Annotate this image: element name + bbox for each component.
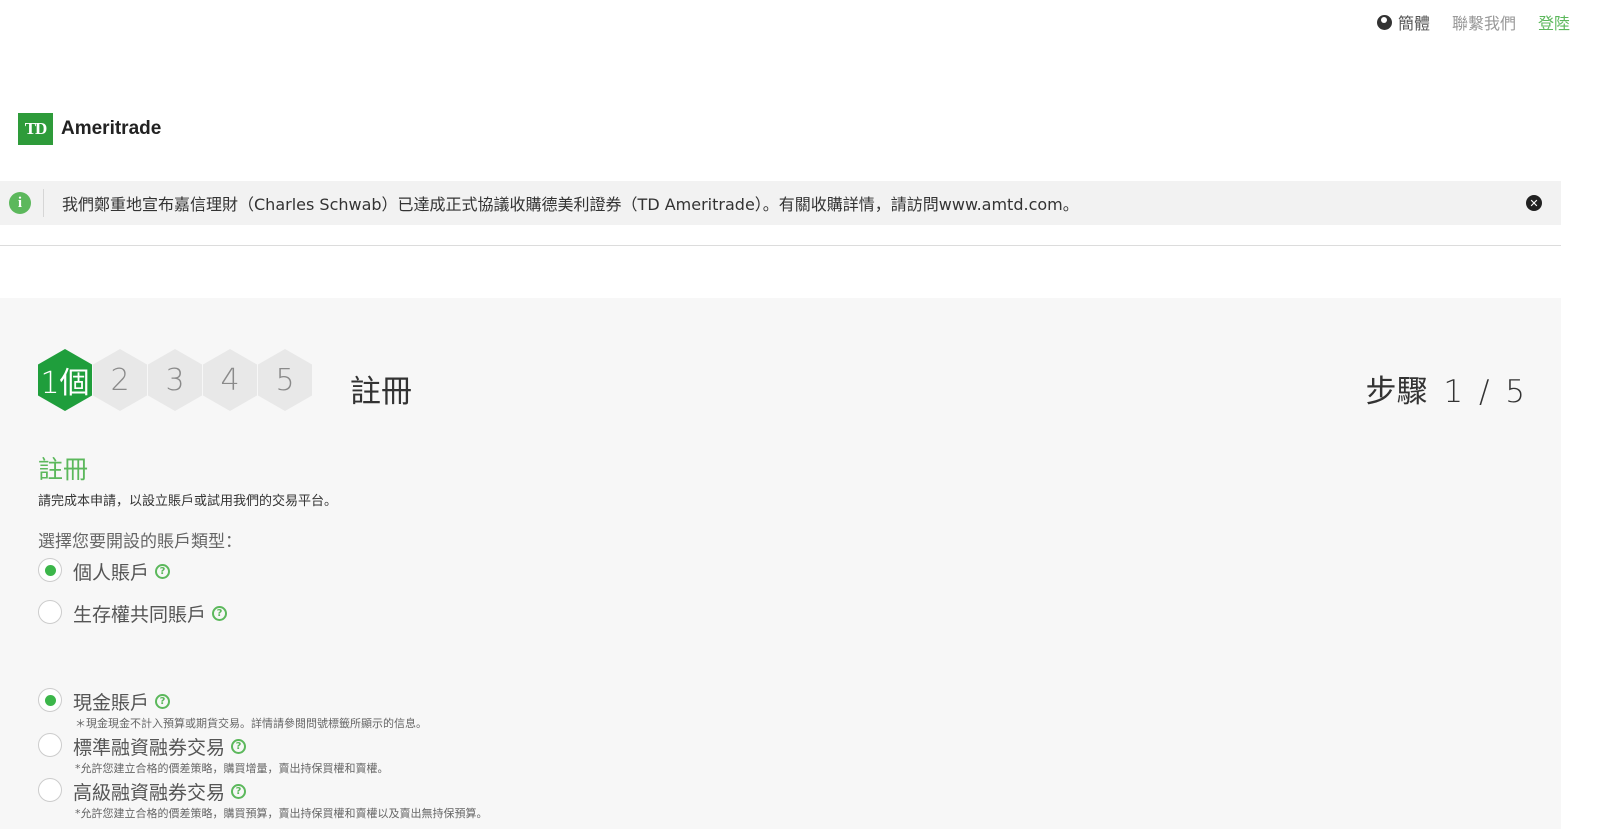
top-utility-bar: 簡體 聯繫我們 登陸	[1376, 10, 1570, 34]
help-icon[interactable]: ?	[231, 739, 247, 754]
standard-margin-radio[interactable]	[38, 733, 62, 757]
language-label: 簡體	[1397, 14, 1430, 33]
option-standard-margin[interactable]: 標準融資融券交易 ? *允許您建立合格的價差策略，購買增量，賣出持保買權和賣權。	[38, 733, 389, 776]
cash-account-label: 現金賬戶	[73, 692, 150, 714]
step-indicator: 1個 2 3 4 5	[38, 349, 313, 411]
step-2: 2	[93, 349, 147, 411]
notice-banner: i 我們鄭重地宣布嘉信理財（Charles Schwab）已達成正式協議收購德美…	[0, 181, 1561, 225]
logo-brand-text: Ameritrade	[61, 118, 162, 139]
option-advanced-margin[interactable]: 高級融資融券交易 ? *允許您建立合格的價差策略，購買預算，賣出持保買權和賣權以…	[38, 778, 488, 821]
current-step-title: 註冊	[350, 374, 412, 410]
globe-icon	[1376, 14, 1392, 30]
account-type-prompt: 選擇您要開設的賬戶類型：	[38, 532, 242, 552]
advanced-margin-note: *允許您建立合格的價差策略，購買預算，賣出持保買權和賣權以及賣出無持保預算。	[75, 807, 488, 820]
help-icon[interactable]: ?	[155, 694, 171, 709]
form-description: 請完成本申請，以設立賬戶或試用我們的交易平台。	[38, 494, 338, 509]
standard-margin-label-row: 標準融資融券交易 ?	[73, 733, 247, 760]
individual-account-label: 個人賬戶	[73, 562, 150, 584]
individual-account-radio[interactable]	[38, 558, 62, 582]
step-5: 5	[258, 349, 312, 411]
login-link[interactable]: 登陸	[1538, 10, 1570, 34]
option-cash-account[interactable]: 現金賬戶 ? ＊現金現金不計入預算或期貨交易。詳情請參閱問號標籤所顯示的信息。	[38, 688, 427, 731]
info-icon: i	[9, 192, 31, 214]
step-3: 3	[148, 349, 202, 411]
step-1: 1個	[38, 349, 92, 411]
notice-message: 我們鄭重地宣布嘉信理財（Charles Schwab）已達成正式協議收購德美利證…	[62, 195, 1079, 214]
cash-account-note: ＊現金現金不計入預算或期貨交易。詳情請參閱問號標籤所顯示的信息。	[75, 717, 427, 730]
standard-margin-label: 標準融資融券交易	[73, 737, 226, 759]
option-individual-account[interactable]: 個人賬戶 ?	[38, 558, 171, 585]
advanced-margin-label: 高級融資融券交易	[73, 782, 226, 804]
form-heading: 註冊	[38, 455, 89, 484]
help-icon[interactable]: ?	[155, 564, 171, 579]
joint-account-radio[interactable]	[38, 600, 62, 624]
close-icon[interactable]: ✕	[1526, 195, 1542, 211]
step-4: 4	[203, 349, 257, 411]
logo-mark: TD	[18, 113, 53, 145]
help-icon[interactable]: ?	[231, 784, 247, 799]
option-joint-account[interactable]: 生存權共同賬戶 ?	[38, 600, 228, 627]
joint-account-label-row: 生存權共同賬戶 ?	[73, 600, 228, 627]
advanced-margin-radio[interactable]	[38, 778, 62, 802]
help-icon[interactable]: ?	[212, 606, 228, 621]
standard-margin-note: *允許您建立合格的價差策略，購買增量，賣出持保買權和賣權。	[75, 762, 389, 775]
joint-account-label: 生存權共同賬戶	[73, 604, 207, 626]
individual-account-label-row: 個人賬戶 ?	[73, 558, 171, 585]
step-counter: 步驟 1 / 5	[1365, 374, 1525, 410]
header-divider	[0, 245, 1561, 246]
language-switch-link[interactable]: 簡體	[1376, 10, 1430, 34]
cash-account-radio[interactable]	[38, 688, 62, 712]
contact-us-link[interactable]: 聯繫我們	[1452, 10, 1516, 34]
cash-account-label-row: 現金賬戶 ?	[73, 688, 171, 715]
banner-divider	[43, 189, 44, 217]
td-ameritrade-logo[interactable]: TD Ameritrade	[18, 113, 161, 145]
advanced-margin-label-row: 高級融資融券交易 ?	[73, 778, 247, 805]
registration-form: 註冊 請完成本申請，以設立賬戶或試用我們的交易平台。 選擇您要開設的賬戶類型： …	[38, 450, 488, 820]
